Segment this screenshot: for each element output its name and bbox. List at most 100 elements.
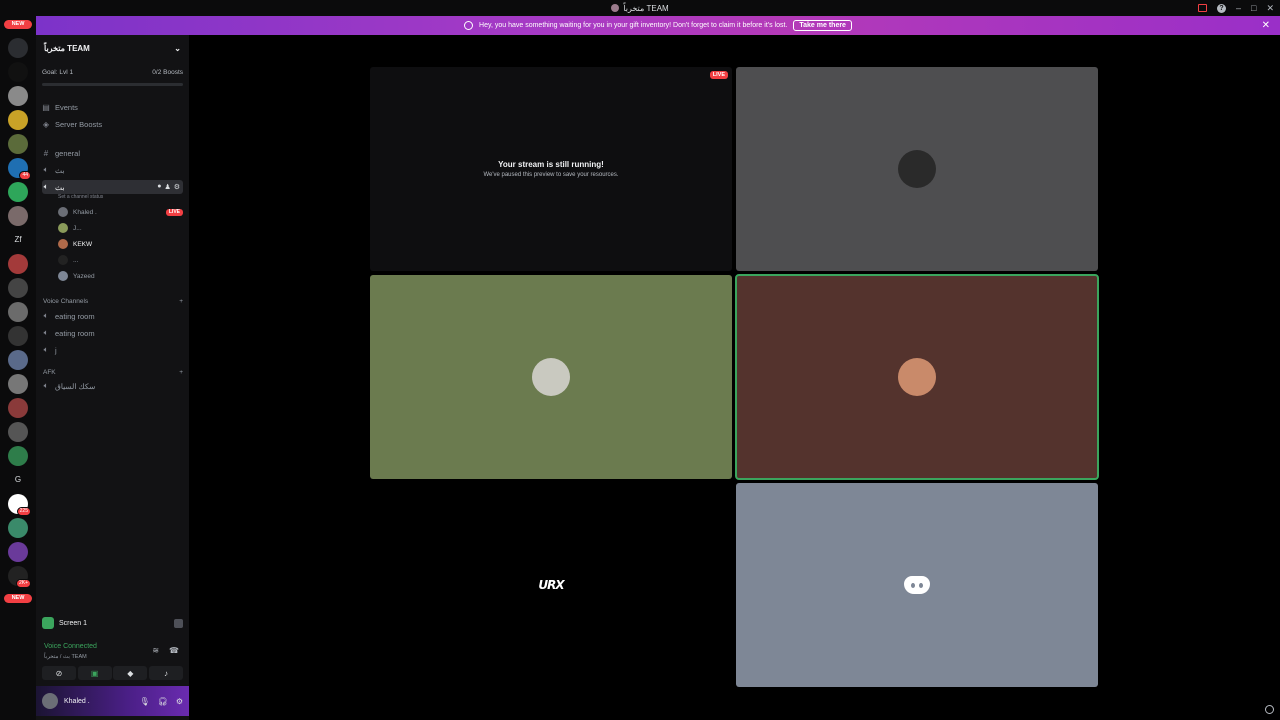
server-icon[interactable] xyxy=(8,422,28,442)
voice-channel-active[interactable]: 🔈︎ بث ● ♟ ⚙ xyxy=(42,180,183,194)
boost-icon: ◈ xyxy=(42,119,50,129)
gear-icon[interactable]: ⚙ xyxy=(176,697,183,706)
boost-goal[interactable]: Goal: Lvl 1 0/2 Boosts xyxy=(42,69,183,76)
server-icon[interactable] xyxy=(8,278,28,298)
afk-channel[interactable]: 🔈︎ سكك السياق xyxy=(42,379,183,393)
paused-subtitle: We've paused this preview to save your r… xyxy=(483,172,619,178)
server-icon[interactable] xyxy=(8,398,28,418)
headphones-icon[interactable]: 🎧︎ xyxy=(158,697,168,706)
live-badge: LIVE xyxy=(165,208,183,216)
channel-label: eating room xyxy=(55,328,95,338)
voice-connected-status[interactable]: Voice Connected xyxy=(44,643,97,650)
close-window-icon[interactable]: ✕ xyxy=(1266,3,1274,14)
channel-status[interactable]: Set a channel status xyxy=(58,194,103,200)
events-label: Events xyxy=(55,102,78,112)
minimize-icon[interactable]: – xyxy=(1236,3,1241,13)
soundboard-button[interactable]: ♪ xyxy=(148,666,183,680)
participant-tile[interactable] xyxy=(736,67,1098,271)
participant-tile[interactable] xyxy=(370,275,732,479)
participant-tile-speaking[interactable] xyxy=(735,274,1099,480)
voice-channel[interactable]: 🔈︎ j xyxy=(42,343,183,357)
chat-icon[interactable]: ● xyxy=(157,183,161,191)
speaker-icon: 🔈︎ xyxy=(43,311,49,320)
server-icon[interactable]: 225 xyxy=(8,494,31,516)
channel-label: بث xyxy=(55,165,65,175)
server-boosts-item[interactable]: ◈ Server Boosts xyxy=(42,117,183,131)
participant-tile[interactable]: URX xyxy=(370,483,732,687)
take-me-there-button[interactable]: Take me there xyxy=(793,20,852,31)
user-panel: Khaled . 🎙︎ 🎧︎ ⚙ xyxy=(36,686,189,716)
channel-label: general xyxy=(55,148,81,158)
disconnect-icon[interactable]: ☎ xyxy=(169,646,179,655)
paused-title: Your stream is still running! xyxy=(498,160,604,169)
avatar xyxy=(58,239,68,249)
screen-share-panel[interactable]: Screen 1 xyxy=(42,615,183,631)
server-icon[interactable] xyxy=(8,518,28,538)
help-icon[interactable]: ? xyxy=(1217,3,1226,13)
events-item[interactable]: ▤ Events xyxy=(42,100,183,114)
server-icon[interactable] xyxy=(8,446,28,466)
screen-share-label: Screen 1 xyxy=(59,619,88,627)
server-letter-icon[interactable]: G xyxy=(8,470,28,490)
server-icon[interactable] xyxy=(8,374,28,394)
avatar[interactable] xyxy=(42,693,58,709)
server-icon[interactable] xyxy=(8,302,28,322)
channel-general[interactable]: # general xyxy=(42,146,183,160)
server-icon[interactable] xyxy=(8,110,28,130)
microphone-icon[interactable]: 🎙︎ xyxy=(140,697,150,706)
server-icon[interactable] xyxy=(8,62,28,82)
server-icon[interactable] xyxy=(8,542,28,562)
inbox-icon[interactable] xyxy=(1198,4,1207,12)
avatar xyxy=(532,358,570,396)
camera-toggle-button[interactable]: ⊘ xyxy=(42,666,76,680)
voice-user[interactable]: KEKW xyxy=(58,237,183,251)
goal-label: Goal: Lvl 1 xyxy=(42,69,74,76)
noise-suppression-icon[interactable]: ≋ xyxy=(152,646,159,655)
server-letter-icon[interactable]: Zf xyxy=(8,230,28,250)
speaker-icon: 🔈︎ xyxy=(43,328,49,337)
server-header[interactable]: متخرباً TEAM ⌄ xyxy=(36,35,189,61)
window-titlebar: متخرباً TEAM ? – □ ✕ xyxy=(0,0,1280,16)
voice-channel[interactable]: 🔈︎ eating room xyxy=(42,326,183,340)
banner-close-icon[interactable]: ✕ xyxy=(1262,20,1270,31)
user-name[interactable]: Khaled . xyxy=(64,698,90,705)
screen-share-button[interactable]: ▣ xyxy=(77,666,112,680)
server-icon[interactable]: 44 xyxy=(8,158,31,180)
participant-tile[interactable] xyxy=(736,483,1098,687)
category-afk[interactable]: AFK + xyxy=(43,369,183,376)
category-voice-channels[interactable]: Voice Channels + xyxy=(43,298,183,305)
stream-tile[interactable]: LIVE Your stream is still running! We've… xyxy=(370,67,732,271)
server-icon[interactable] xyxy=(8,86,28,106)
voice-user[interactable]: J... xyxy=(58,221,183,235)
voice-user[interactable]: Khaled . LIVE xyxy=(58,205,183,219)
voice-channel[interactable]: 🔈︎ eating room xyxy=(42,309,183,323)
user-controls: 🎙︎ 🎧︎ ⚙ xyxy=(140,697,183,706)
window-title: متخرباً TEAM xyxy=(611,4,669,13)
avatar xyxy=(58,223,68,233)
maximize-icon[interactable]: □ xyxy=(1251,3,1256,13)
voice-user[interactable]: Yazeed xyxy=(58,269,183,283)
screen-share-icon xyxy=(42,617,54,629)
voice-connected-channel[interactable]: بث / متخرباً TEAM xyxy=(44,654,87,660)
add-channel-icon[interactable]: + xyxy=(179,298,183,305)
server-icon[interactable] xyxy=(8,350,28,370)
new-badge-top[interactable]: NEW xyxy=(4,20,32,29)
invite-icon[interactable]: ♟ xyxy=(164,183,170,191)
discord-logo-icon xyxy=(904,576,930,594)
gear-icon[interactable]: ⚙ xyxy=(174,183,180,191)
server-icon[interactable] xyxy=(8,206,28,226)
add-channel-icon[interactable]: + xyxy=(179,369,183,376)
server-icon[interactable] xyxy=(8,254,28,274)
server-icon[interactable] xyxy=(8,326,28,346)
voice-channel[interactable]: 🔈︎ بث xyxy=(42,163,183,177)
activities-button[interactable]: ◆ xyxy=(113,666,148,680)
server-icon[interactable] xyxy=(8,182,28,202)
channel-label: سكك السياق xyxy=(55,381,96,391)
settings-corner-icon[interactable] xyxy=(1265,705,1274,714)
server-icon[interactable] xyxy=(8,38,28,58)
voice-user[interactable]: ... xyxy=(58,253,183,267)
stop-share-icon[interactable] xyxy=(174,618,183,628)
new-badge-bottom[interactable]: NEW xyxy=(4,594,32,603)
server-icon[interactable] xyxy=(8,134,28,154)
server-icon[interactable]: 2K+ xyxy=(8,566,31,588)
